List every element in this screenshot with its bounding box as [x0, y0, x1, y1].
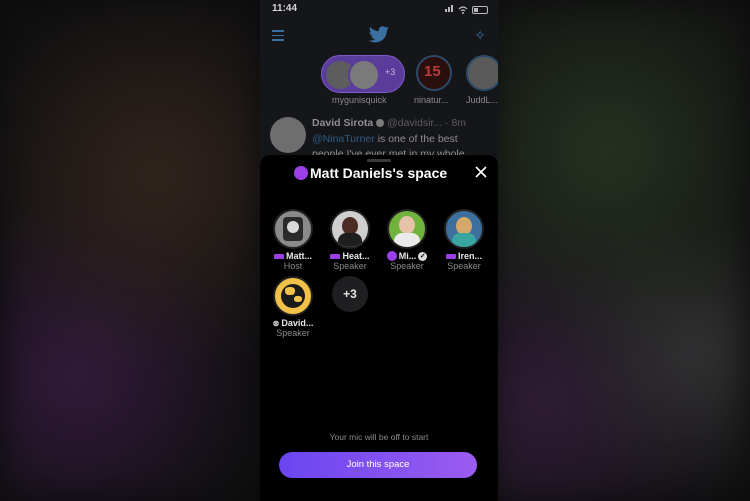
- fleet-avatar[interactable]: 15: [416, 55, 452, 91]
- speaker-role: Speaker: [333, 261, 367, 271]
- speaker-name-row: Matt...: [263, 251, 323, 261]
- avatar[interactable]: [270, 117, 306, 153]
- close-icon[interactable]: [474, 165, 488, 179]
- fleets-row: +3 mygunisquick 15 ninatur... JuddL...: [260, 52, 498, 106]
- blurred-background-left: [0, 0, 260, 501]
- speaker-role: Speaker: [447, 261, 481, 271]
- avatar: [330, 209, 370, 249]
- space-title: Matt Daniels's space: [310, 165, 448, 181]
- speaker-name-row: Heat...: [320, 251, 380, 261]
- speaker-role: Host: [283, 261, 303, 271]
- more-count: +3: [332, 276, 368, 312]
- speaker-name-row: Iren...: [434, 251, 494, 261]
- fleet-counter: +3: [385, 67, 396, 77]
- avatar: [348, 59, 380, 91]
- verified-icon: ✓: [418, 251, 428, 261]
- tweet-author-name: David Sirota: [312, 117, 374, 129]
- sparkle-icon[interactable]: ✧: [474, 27, 486, 44]
- fleet-label[interactable]: ninatur...: [414, 95, 449, 105]
- speaker-tile[interactable]: Iren... Speaker: [434, 209, 494, 271]
- tweet-mention[interactable]: @NinaTurner: [312, 133, 375, 145]
- mic-off-icon: ⊗: [272, 318, 280, 328]
- speaker-role: Speaker: [390, 261, 424, 271]
- twitter-top-bar: ✧: [260, 22, 498, 50]
- join-space-button[interactable]: Join this space: [279, 452, 477, 478]
- fleet-number: 15: [424, 63, 441, 80]
- battery-icon: [472, 5, 488, 14]
- status-bar: 11:44: [260, 0, 498, 18]
- speaker-name-row: Mi... ✓: [377, 251, 437, 261]
- avatar: [444, 209, 484, 249]
- wifi-icon: [458, 5, 468, 14]
- signal-icon: [445, 4, 454, 15]
- mic-note: Your mic will be off to start: [329, 432, 429, 442]
- speaker-name: Mi...: [398, 251, 417, 261]
- host-badge-icon: [274, 253, 284, 259]
- status-icons: [445, 4, 488, 15]
- tweet-author: David Sirota @davidsir... · 8m: [312, 117, 466, 129]
- sheet-grabber[interactable]: [367, 159, 391, 162]
- speaker-tile[interactable]: Heat... Speaker: [320, 209, 380, 271]
- speaker-name: Heat...: [342, 251, 370, 261]
- blurred-background-right: [490, 0, 750, 501]
- speaker-tile[interactable]: Matt... Host: [263, 209, 323, 271]
- speaker-badge-icon: [445, 253, 456, 259]
- speaker-name-row: ⊗ David...: [263, 318, 323, 328]
- phone-screen: 11:44 ✧ +3 mygunisquick 15 ninatur... Ju…: [260, 0, 498, 501]
- space-sheet: Matt Daniels's space Matt... Host Heat..…: [260, 155, 498, 501]
- twitter-bird-icon: [368, 26, 390, 43]
- speaker-tile[interactable]: Mi... ✓ Speaker: [377, 209, 437, 271]
- speaker-name: Matt...: [286, 251, 312, 261]
- speaker-tile[interactable]: ⊗ David... Speaker: [263, 276, 323, 338]
- fleet-label[interactable]: JuddL...: [466, 95, 498, 105]
- avatar: [387, 209, 427, 249]
- tweet-handle: @davidsir... · 8m: [387, 117, 467, 129]
- avatar: [273, 276, 313, 316]
- fleet-space-pill[interactable]: +3: [321, 55, 405, 93]
- speaker-badge-icon: [330, 253, 341, 259]
- status-time: 11:44: [272, 3, 298, 14]
- verified-icon: [376, 119, 385, 128]
- speaker-name: David...: [281, 318, 314, 328]
- avatar: [273, 209, 313, 249]
- more-listeners[interactable]: +3: [320, 276, 380, 312]
- fleet-avatar[interactable]: [466, 55, 498, 91]
- speaker-role: Speaker: [276, 328, 310, 338]
- fleet-label[interactable]: mygunisquick: [332, 95, 387, 105]
- speaker-badge-icon: [386, 251, 397, 261]
- speaker-name: Iren...: [457, 251, 482, 261]
- sheet-title: Matt Daniels's space: [294, 165, 447, 181]
- menu-icon[interactable]: [272, 30, 284, 41]
- space-icon: [294, 166, 308, 180]
